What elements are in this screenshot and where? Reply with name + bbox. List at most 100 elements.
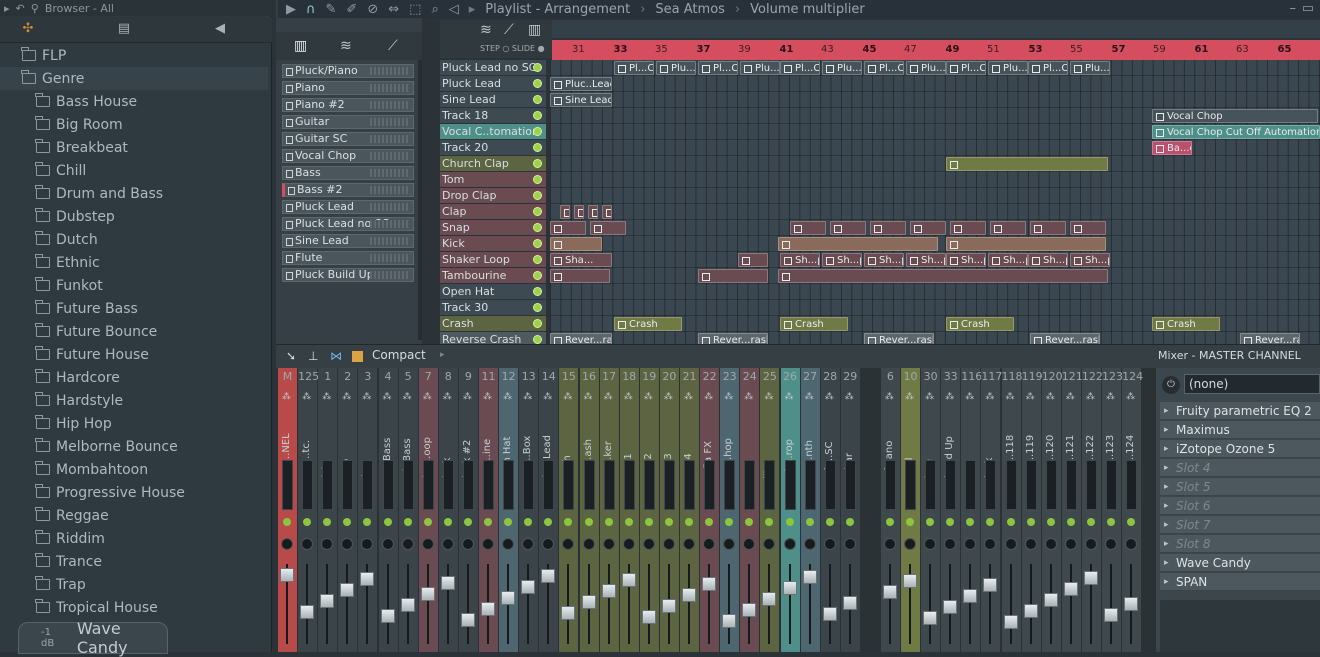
strip-led[interactable] bbox=[966, 518, 975, 526]
mixer-strip[interactable]: 3⁂Clap bbox=[358, 368, 378, 652]
rack-channel[interactable]: Piano #2 bbox=[282, 98, 414, 112]
strip-pan-knob[interactable] bbox=[301, 538, 314, 550]
playlist-clip[interactable] bbox=[870, 221, 906, 235]
playlist-clip[interactable]: Pl...C bbox=[864, 61, 904, 75]
mixer-strip[interactable]: 17⁂Rev...ker bbox=[599, 368, 619, 652]
mixer-strip[interactable]: 27⁂Rev...nth bbox=[800, 368, 820, 652]
fader-handle[interactable] bbox=[521, 580, 536, 594]
insert-slot[interactable]: SPAN bbox=[1160, 573, 1320, 591]
rack-channel[interactable]: Guitar bbox=[282, 115, 414, 129]
slip-icon[interactable]: ⇔ bbox=[388, 2, 399, 17]
playlist-clip[interactable] bbox=[778, 237, 938, 251]
mixer-strip[interactable]: 119⁂Inse...119 bbox=[1021, 368, 1043, 652]
playlist-clip[interactable]: Pl...C bbox=[614, 61, 654, 75]
collapse-icon[interactable]: ✣ bbox=[20, 21, 36, 37]
playlist-clip[interactable]: Plu...C bbox=[988, 61, 1028, 75]
playlist-clip[interactable]: Sine Lead bbox=[550, 93, 612, 107]
fader-handle[interactable] bbox=[842, 596, 857, 610]
mixer-strip[interactable]: 28⁂Soft...SC bbox=[820, 368, 840, 652]
strip-pan-knob[interactable] bbox=[1084, 538, 1097, 550]
timeline-ruler[interactable]: 31 33 35 37 39 41 43 45 47 49 51 53 55 57 59 61 63 65 bbox=[552, 40, 1320, 60]
track-header[interactable]: Drop Clap bbox=[440, 188, 546, 203]
mixer-strip[interactable]: 24⁂Tom bbox=[740, 368, 760, 652]
pattern-piano-icon[interactable]: ▥ bbox=[528, 22, 541, 38]
mixer-strip[interactable]: 123⁂Inse...123 bbox=[1102, 368, 1123, 652]
playlist-clip[interactable]: Sh...p bbox=[864, 253, 904, 267]
fader-handle[interactable] bbox=[621, 573, 636, 587]
fader-handle[interactable] bbox=[320, 594, 335, 608]
browser-item[interactable]: Funkot bbox=[35, 274, 103, 297]
wave-candy-hint[interactable]: -1 dB Wave Candy bbox=[18, 619, 168, 657]
mixer-strip[interactable]: 2⁂Snap bbox=[338, 368, 358, 652]
fader-handle[interactable] bbox=[702, 577, 717, 591]
strip-led[interactable] bbox=[283, 518, 291, 526]
playlist-clip[interactable]: Vocal Chop bbox=[1152, 109, 1318, 123]
select-icon[interactable]: ⬚ bbox=[409, 2, 421, 17]
rack-channel[interactable]: Vocal Chop bbox=[282, 149, 414, 163]
playlist-clip[interactable]: Sh...p bbox=[946, 253, 986, 267]
strip-pan-knob[interactable] bbox=[482, 538, 494, 550]
playlist-clip[interactable] bbox=[698, 269, 768, 283]
mixer-strip[interactable]: 29⁂Guitar bbox=[840, 368, 860, 652]
strip-led[interactable] bbox=[524, 518, 533, 526]
speaker-play-icon[interactable]: ◁ bbox=[449, 2, 459, 17]
strip-led[interactable] bbox=[825, 518, 834, 526]
fader-handle[interactable] bbox=[782, 581, 797, 595]
mixer-strip[interactable]: 20⁂Perc 3 bbox=[659, 368, 679, 652]
playlist-clip[interactable] bbox=[1070, 221, 1106, 235]
strip-pan-knob[interactable] bbox=[783, 538, 796, 550]
input-icon[interactable]: ⏻ bbox=[1162, 376, 1180, 394]
strip-pan-knob[interactable] bbox=[542, 538, 555, 550]
rack-channel[interactable]: Pluck Build Up bbox=[282, 268, 414, 282]
playlist-clip[interactable]: Sh...p bbox=[822, 253, 862, 267]
playlist-clip[interactable]: Plu...C bbox=[906, 61, 946, 75]
fader-handle[interactable] bbox=[983, 578, 998, 592]
strip-pan-knob[interactable] bbox=[763, 538, 776, 550]
playlist-clip[interactable] bbox=[588, 205, 598, 219]
strip-pan-knob[interactable] bbox=[984, 538, 997, 550]
mixer-strip[interactable]: 117⁂Pluck bbox=[981, 368, 1002, 652]
mixer-cursor-icon[interactable]: ➘ bbox=[286, 349, 296, 363]
playlist-clip[interactable]: Pl...C bbox=[780, 61, 820, 75]
strip-pan-knob[interactable] bbox=[662, 538, 675, 550]
mixer-strip[interactable]: 33⁂Plu...d Up bbox=[941, 368, 961, 652]
track-mute-led[interactable] bbox=[533, 191, 542, 200]
strip-pan-knob[interactable] bbox=[441, 538, 454, 550]
pencil-icon[interactable]: ✎ bbox=[326, 2, 337, 17]
rack-channel[interactable]: Sine Lead bbox=[282, 234, 414, 248]
strip-led[interactable] bbox=[1107, 518, 1115, 526]
mixer-strip[interactable]: 22⁂Mafia FX bbox=[700, 368, 720, 652]
strip-led[interactable] bbox=[303, 518, 312, 526]
track-header[interactable]: Track 30 bbox=[440, 300, 546, 315]
playlist-clip[interactable] bbox=[778, 269, 1108, 283]
insert-slot[interactable]: Fruity parametric EQ 2 bbox=[1160, 402, 1320, 420]
playlist-clip[interactable]: Sh...p bbox=[988, 253, 1028, 267]
track-mute-led[interactable] bbox=[533, 95, 542, 104]
automation-icon[interactable]: ⟋ bbox=[388, 38, 398, 54]
browser-item[interactable]: Riddim bbox=[35, 527, 105, 550]
fader-handle[interactable] bbox=[561, 606, 576, 620]
track-header[interactable]: Pluck Lead bbox=[440, 76, 546, 91]
playlist-clip[interactable]: Sh...p bbox=[1028, 253, 1068, 267]
strip-pan-knob[interactable] bbox=[723, 538, 736, 550]
mixer-route-icon[interactable]: ⊥ bbox=[308, 349, 318, 363]
track-mute-led[interactable] bbox=[533, 335, 542, 344]
strip-led[interactable] bbox=[423, 518, 432, 526]
browser-item[interactable]: Hardcore bbox=[35, 366, 120, 389]
track-header[interactable]: Clap bbox=[440, 204, 546, 219]
mixer-strip[interactable]: 118⁂Inse...118 bbox=[1001, 368, 1023, 652]
track-mute-led[interactable] bbox=[533, 79, 542, 88]
strip-pan-knob[interactable] bbox=[622, 538, 635, 550]
track-mute-led[interactable] bbox=[533, 207, 542, 216]
browser-item[interactable]: Dubstep bbox=[35, 205, 115, 228]
playlist-overview[interactable] bbox=[552, 20, 1320, 38]
playlist-clip[interactable]: Plu...C bbox=[822, 61, 862, 75]
strip-led[interactable] bbox=[443, 518, 452, 526]
zoom-icon[interactable]: ⌕ bbox=[431, 2, 438, 17]
fader-handle[interactable] bbox=[1124, 597, 1139, 611]
track-header[interactable]: Kick bbox=[440, 236, 546, 251]
track-mute-led[interactable] bbox=[533, 303, 542, 312]
mixer-strip[interactable]: 18⁂Perc 1 bbox=[619, 368, 639, 652]
playlist-clip[interactable] bbox=[950, 221, 986, 235]
mixer-strip[interactable]: 120⁂Inse...120 bbox=[1041, 368, 1063, 652]
